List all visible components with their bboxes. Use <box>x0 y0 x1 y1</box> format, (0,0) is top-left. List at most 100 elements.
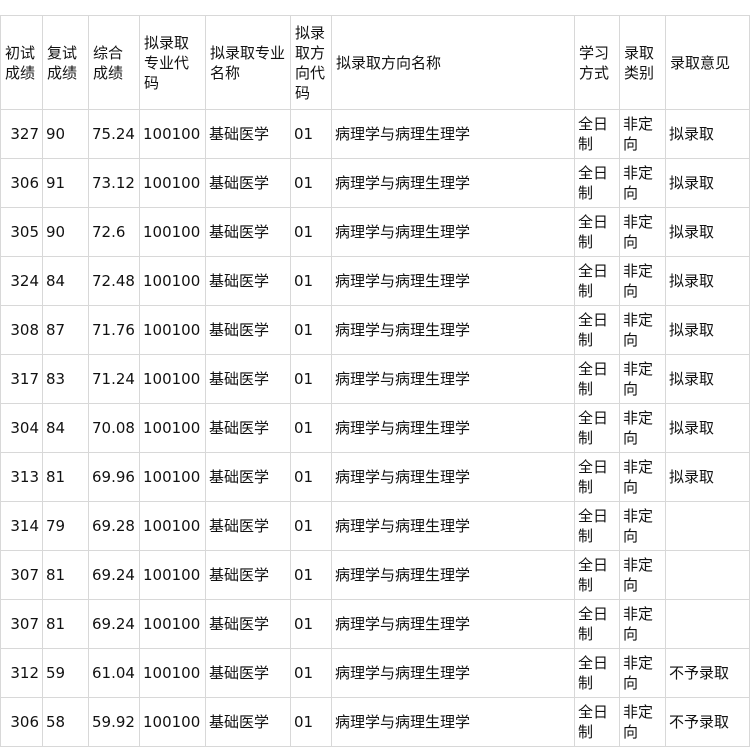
cell-total-score: 71.24 <box>88 354 140 404</box>
cell-admission-opinion: 拟录取 <box>665 305 750 355</box>
header-initial-score: 初试成绩 <box>0 15 43 110</box>
cell-study-mode: 全日制 <box>574 207 620 257</box>
cell-total-score: 69.24 <box>88 550 140 600</box>
cell-retest-score: 81 <box>42 452 89 502</box>
cell-admission-opinion <box>665 501 750 551</box>
cell-admission-opinion: 拟录取 <box>665 256 750 306</box>
cell-initial-score: 307 <box>0 599 43 649</box>
cell-major-code: 100100 <box>139 599 206 649</box>
cell-direction-code: 01 <box>290 109 332 159</box>
admission-table: 初试成绩 复试成绩 综合成绩 拟录取专业代码 拟录取专业名称 拟录取方向代码 拟… <box>0 15 750 747</box>
cell-direction-code: 01 <box>290 697 332 747</box>
cell-initial-score: 306 <box>0 697 43 747</box>
cell-major-name: 基础医学 <box>205 109 291 159</box>
table-row: 306 91 73.12 100100 基础医学 01 病理学与病理生理学 全日制 非定向 拟录取 <box>0 158 750 208</box>
cell-retest-score: 84 <box>42 256 89 306</box>
cell-retest-score: 58 <box>42 697 89 747</box>
cell-direction-code: 01 <box>290 550 332 600</box>
cell-major-name: 基础医学 <box>205 452 291 502</box>
cell-direction-code: 01 <box>290 403 332 453</box>
table-row: 313 81 69.96 100100 基础医学 01 病理学与病理生理学 全日制 非定向 拟录取 <box>0 452 750 502</box>
header-major-name: 拟录取专业名称 <box>205 15 291 110</box>
table-row: 317 83 71.24 100100 基础医学 01 病理学与病理生理学 全日制 非定向 拟录取 <box>0 354 750 404</box>
cell-initial-score: 308 <box>0 305 43 355</box>
cell-direction-name: 病理学与病理生理学 <box>331 354 575 404</box>
cell-direction-name: 病理学与病理生理学 <box>331 403 575 453</box>
table-row: 306 58 59.92 100100 基础医学 01 病理学与病理生理学 全日制 非定向 不予录… <box>0 697 750 747</box>
cell-admission-opinion <box>665 550 750 600</box>
cell-major-code: 100100 <box>139 256 206 306</box>
cell-total-score: 70.08 <box>88 403 140 453</box>
cell-major-code: 100100 <box>139 305 206 355</box>
header-retest-score: 复试成绩 <box>42 15 89 110</box>
cell-admission-opinion: 拟录取 <box>665 452 750 502</box>
cell-retest-score: 81 <box>42 599 89 649</box>
cell-direction-name: 病理学与病理生理学 <box>331 648 575 698</box>
cell-direction-code: 01 <box>290 648 332 698</box>
cell-retest-score: 90 <box>42 207 89 257</box>
cell-direction-code: 01 <box>290 452 332 502</box>
cell-major-name: 基础医学 <box>205 256 291 306</box>
cell-initial-score: 306 <box>0 158 43 208</box>
cell-admission-type: 非定向 <box>619 354 666 404</box>
cell-admission-opinion: 拟录取 <box>665 109 750 159</box>
cell-admission-type: 非定向 <box>619 256 666 306</box>
cell-admission-type: 非定向 <box>619 599 666 649</box>
cell-retest-score: 91 <box>42 158 89 208</box>
cell-admission-opinion: 不予录取 <box>665 648 750 698</box>
table-row: 307 81 69.24 100100 基础医学 01 病理学与病理生理学 全日制 非定向 <box>0 550 750 600</box>
cell-direction-name: 病理学与病理生理学 <box>331 550 575 600</box>
cell-retest-score: 87 <box>42 305 89 355</box>
cell-study-mode: 全日制 <box>574 452 620 502</box>
header-major-code: 拟录取专业代码 <box>139 15 206 110</box>
cell-study-mode: 全日制 <box>574 648 620 698</box>
table-header-row: 初试成绩 复试成绩 综合成绩 拟录取专业代码 拟录取专业名称 拟录取方向代码 拟… <box>0 15 750 110</box>
cell-direction-code: 01 <box>290 501 332 551</box>
cell-admission-type: 非定向 <box>619 550 666 600</box>
cell-major-code: 100100 <box>139 697 206 747</box>
cell-major-code: 100100 <box>139 354 206 404</box>
cell-admission-type: 非定向 <box>619 697 666 747</box>
cell-admission-opinion: 拟录取 <box>665 158 750 208</box>
cell-admission-type: 非定向 <box>619 109 666 159</box>
cell-initial-score: 305 <box>0 207 43 257</box>
cell-direction-code: 01 <box>290 158 332 208</box>
table-row: 304 84 70.08 100100 基础医学 01 病理学与病理生理学 全日制 非定向 拟录取 <box>0 403 750 453</box>
cell-admission-opinion: 拟录取 <box>665 207 750 257</box>
cell-admission-opinion: 不予录取 <box>665 697 750 747</box>
header-total-score: 综合成绩 <box>88 15 140 110</box>
cell-major-name: 基础医学 <box>205 354 291 404</box>
cell-study-mode: 全日制 <box>574 501 620 551</box>
cell-direction-name: 病理学与病理生理学 <box>331 697 575 747</box>
cell-major-name: 基础医学 <box>205 403 291 453</box>
cell-total-score: 72.48 <box>88 256 140 306</box>
cell-major-name: 基础医学 <box>205 697 291 747</box>
header-study-mode: 学习方式 <box>574 15 620 110</box>
table-row: 308 87 71.76 100100 基础医学 01 病理学与病理生理学 全日制 非定向 拟录取 <box>0 305 750 355</box>
cell-study-mode: 全日制 <box>574 305 620 355</box>
cell-major-code: 100100 <box>139 109 206 159</box>
cell-retest-score: 90 <box>42 109 89 159</box>
table-row: 314 79 69.28 100100 基础医学 01 病理学与病理生理学 全日制 非定向 <box>0 501 750 551</box>
cell-total-score: 69.28 <box>88 501 140 551</box>
cell-major-code: 100100 <box>139 648 206 698</box>
cell-initial-score: 327 <box>0 109 43 159</box>
cell-total-score: 73.12 <box>88 158 140 208</box>
cell-direction-name: 病理学与病理生理学 <box>331 452 575 502</box>
table-row: 307 81 69.24 100100 基础医学 01 病理学与病理生理学 全日制 非定向 <box>0 599 750 649</box>
cell-initial-score: 307 <box>0 550 43 600</box>
cell-direction-name: 病理学与病理生理学 <box>331 501 575 551</box>
cell-total-score: 59.92 <box>88 697 140 747</box>
cell-admission-type: 非定向 <box>619 158 666 208</box>
cell-retest-score: 81 <box>42 550 89 600</box>
cell-study-mode: 全日制 <box>574 109 620 159</box>
cell-retest-score: 84 <box>42 403 89 453</box>
cell-initial-score: 304 <box>0 403 43 453</box>
cell-initial-score: 317 <box>0 354 43 404</box>
cell-major-name: 基础医学 <box>205 550 291 600</box>
cell-study-mode: 全日制 <box>574 599 620 649</box>
table-row: 324 84 72.48 100100 基础医学 01 病理学与病理生理学 全日制 非定向 拟录取 <box>0 256 750 306</box>
cell-initial-score: 313 <box>0 452 43 502</box>
cell-study-mode: 全日制 <box>574 256 620 306</box>
cell-direction-name: 病理学与病理生理学 <box>331 256 575 306</box>
